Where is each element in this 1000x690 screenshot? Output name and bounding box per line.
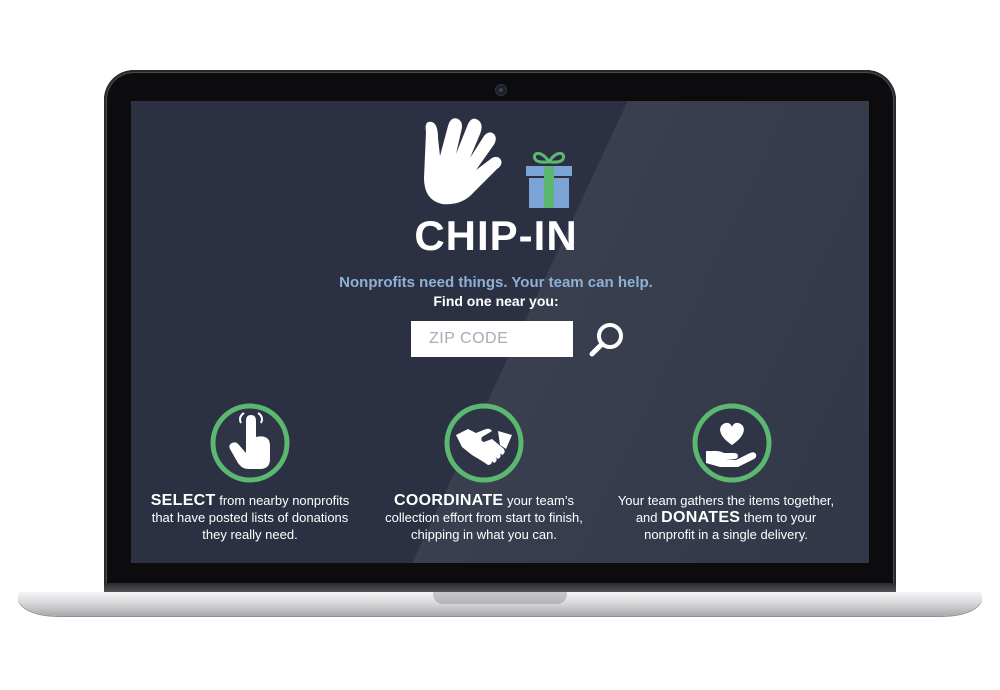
tagline: Nonprofits need things. Your team can he… [339, 274, 653, 291]
feature-coordinate: COORDINATE your team’s collection effort… [380, 492, 588, 543]
heart-in-hand-icon [692, 403, 772, 483]
waving-hand-icon [424, 118, 502, 205]
feature-select: SELECT from nearby nonprofits that have … [150, 492, 350, 543]
feature-keyword: DONATES [661, 509, 741, 526]
laptop-notch [433, 592, 567, 604]
search-prompt: Find one near you: [433, 293, 559, 309]
pointing-hand-icon [210, 403, 290, 483]
feature-donate: Your team gathers the items together, an… [610, 492, 842, 543]
handshake-icon [444, 403, 524, 483]
search-button[interactable] [587, 320, 627, 360]
gift-icon [526, 151, 572, 208]
feature-keyword: COORDINATE [394, 492, 504, 509]
feature-keyword: SELECT [150, 492, 216, 509]
brand-title: CHIP-IN [414, 212, 578, 259]
magnifier-icon [589, 323, 623, 357]
camera-icon [495, 84, 507, 96]
zip-code-input[interactable] [411, 321, 573, 357]
